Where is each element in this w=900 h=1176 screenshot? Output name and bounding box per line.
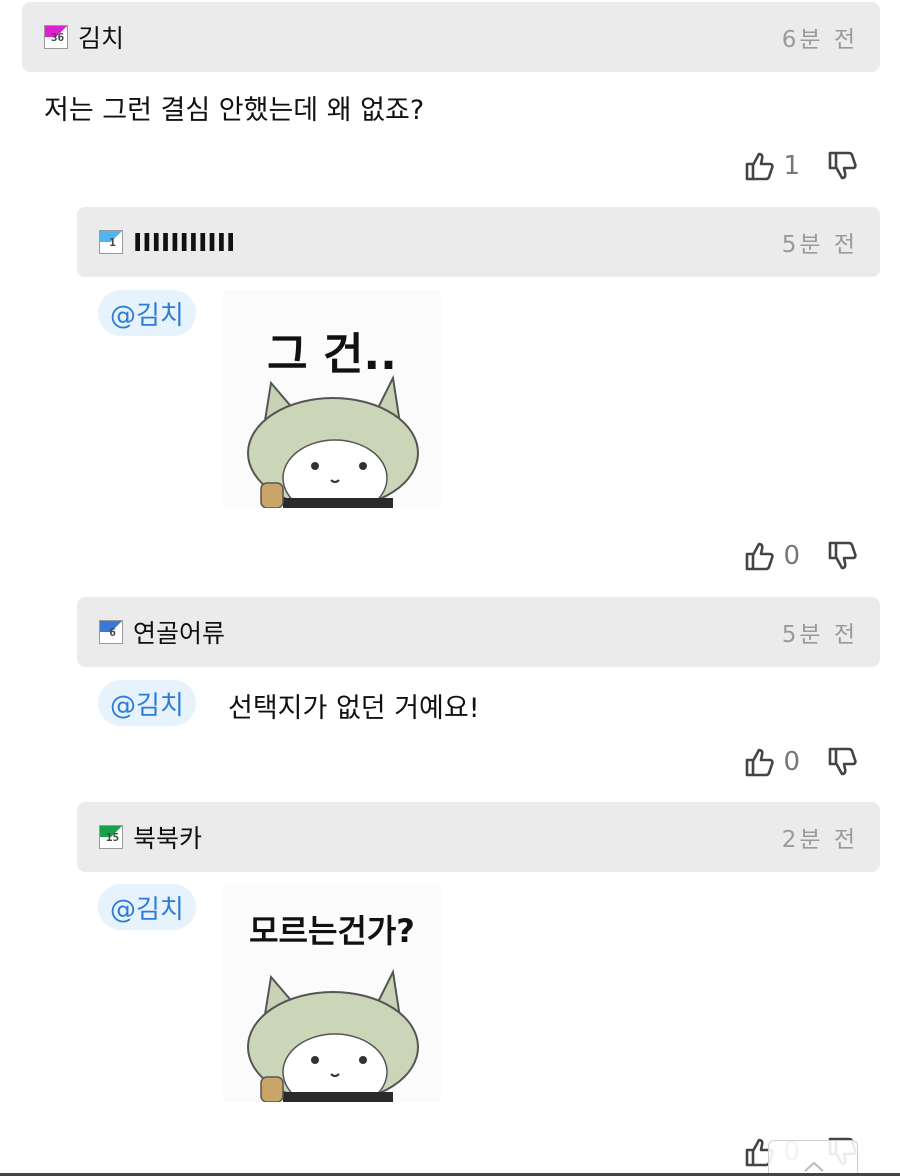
thumbs-up-icon[interactable] bbox=[743, 149, 777, 183]
comment-header: 36 김치 6분 전 bbox=[22, 2, 880, 72]
timestamp: 5분 전 bbox=[781, 622, 858, 648]
thumbs-down-icon[interactable] bbox=[826, 149, 860, 183]
vote-bar: 0 bbox=[743, 742, 860, 782]
timestamp: 5분 전 bbox=[781, 232, 858, 258]
vote-bar: 1 bbox=[743, 146, 860, 186]
like-count: 1 bbox=[783, 151, 800, 181]
vote-bar: 0 bbox=[743, 536, 860, 576]
level-badge: 15 bbox=[99, 825, 123, 849]
comment-header: 6 연골어류 5분 전 bbox=[77, 597, 880, 667]
nickname[interactable]: IIIIIIIIIII bbox=[133, 228, 235, 257]
comment-header: 1 IIIIIIIIIII 5분 전 bbox=[77, 207, 880, 277]
chevron-up-icon bbox=[804, 1161, 824, 1172]
thumbs-down-icon[interactable] bbox=[826, 745, 860, 779]
timestamp: 2분 전 bbox=[781, 827, 858, 853]
like-count: 0 bbox=[783, 747, 800, 777]
timestamp: 6분 전 bbox=[781, 27, 858, 53]
comment-text: 선택지가 없던 거예요! bbox=[228, 693, 480, 724]
sticker-caption: 모르는건가? bbox=[249, 912, 415, 950]
fox-girl-sticker-art bbox=[247, 374, 419, 508]
comment-header: 15 북북카 2분 전 bbox=[77, 802, 880, 872]
thumbs-down-icon[interactable] bbox=[826, 539, 860, 573]
level-badge: 6 bbox=[99, 620, 123, 644]
nickname[interactable]: 북북카 bbox=[133, 819, 202, 855]
level-badge: 36 bbox=[44, 25, 68, 49]
sticker-image: 그 건.. bbox=[223, 290, 441, 508]
thumbs-up-icon[interactable] bbox=[743, 745, 777, 779]
like-count: 0 bbox=[783, 541, 800, 571]
nickname[interactable]: 연골어류 bbox=[133, 614, 225, 650]
mention-tag[interactable]: @김치 bbox=[98, 290, 196, 336]
mention-tag[interactable]: @김치 bbox=[98, 680, 196, 726]
comment-text: 저는 그런 결심 안했는데 왜 없죠? bbox=[44, 95, 425, 126]
mention-tag[interactable]: @김치 bbox=[98, 884, 196, 930]
sticker-image: 모르는건가? bbox=[223, 884, 441, 1102]
fox-girl-sticker-art bbox=[247, 968, 419, 1102]
level-badge: 1 bbox=[99, 230, 123, 254]
nickname[interactable]: 김치 bbox=[78, 19, 124, 55]
scroll-to-top-button[interactable] bbox=[768, 1140, 858, 1176]
thumbs-up-icon[interactable] bbox=[743, 539, 777, 573]
